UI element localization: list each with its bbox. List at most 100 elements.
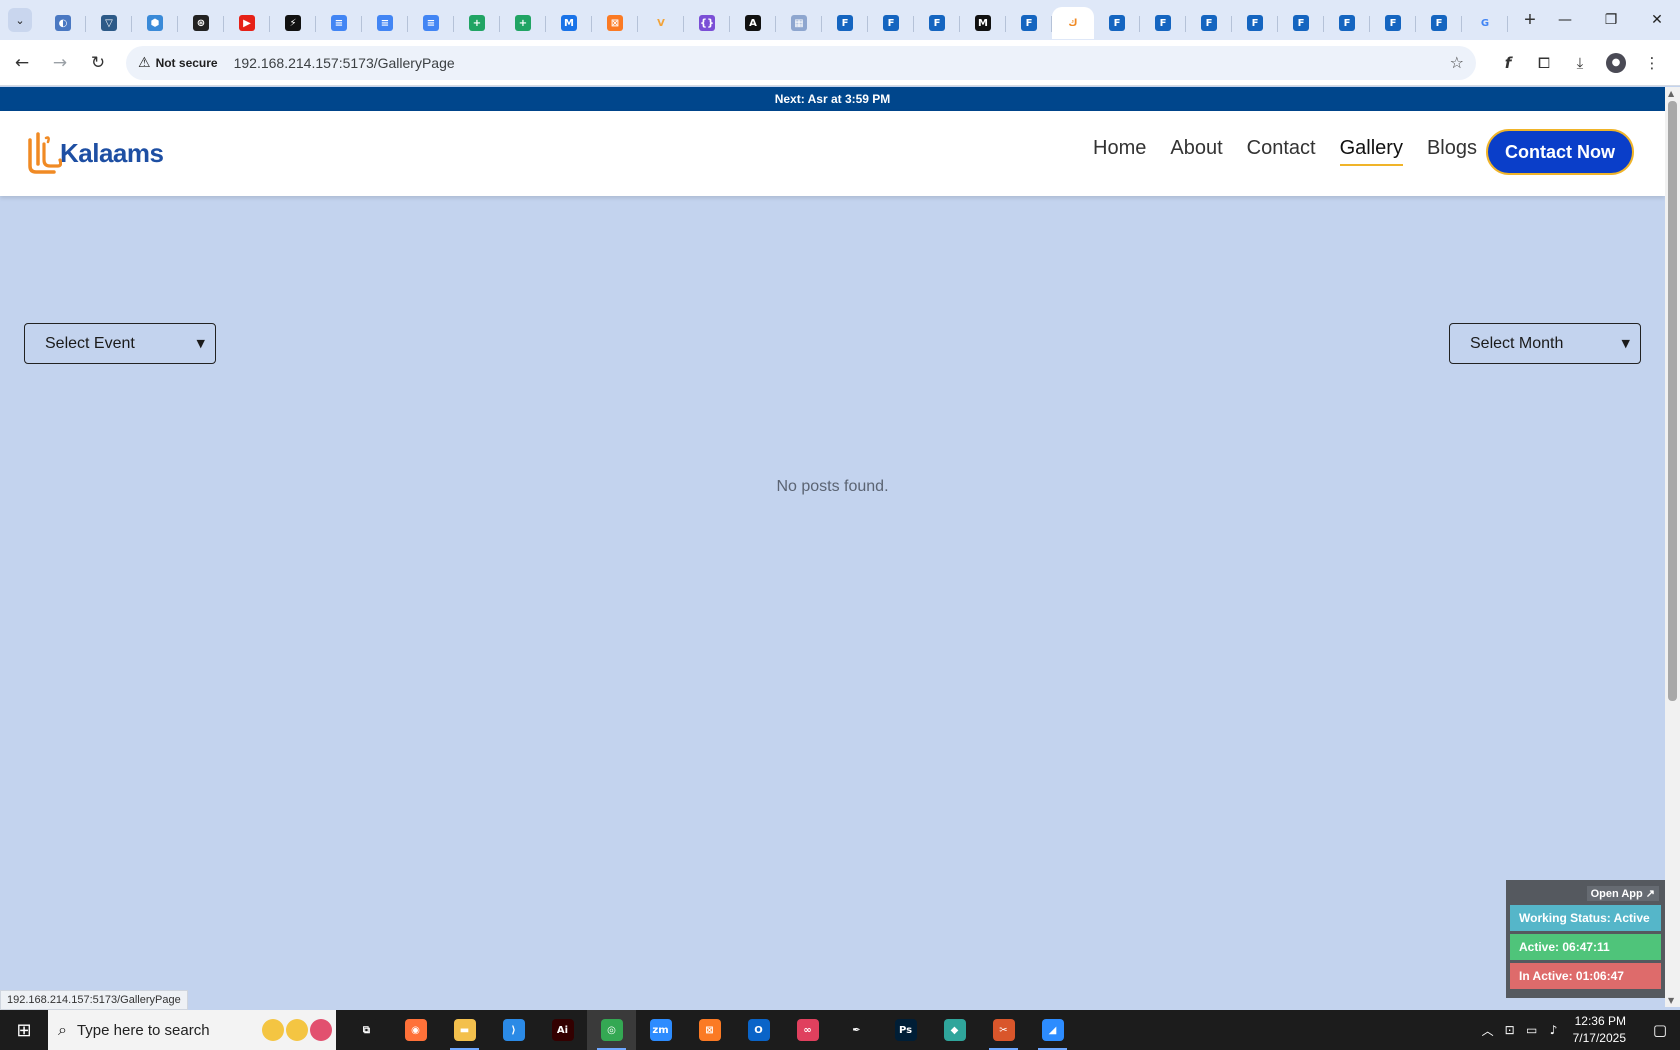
taskbar-app-chrome[interactable]: ◎ <box>587 1010 636 1050</box>
browser-tab[interactable]: F <box>1094 7 1140 39</box>
chevron-down-icon: ▼ <box>196 337 205 350</box>
taskbar-search-box[interactable]: ⌕ Type here to search <box>48 1010 336 1050</box>
taskbar-app-firefox[interactable]: ◉ <box>391 1010 440 1050</box>
taskbar-search-placeholder: Type here to search <box>76 1021 210 1039</box>
hexagon-blue-icon: ⬢ <box>147 15 163 31</box>
taskbar-app-snipping-tool[interactable]: ✂ <box>979 1010 1028 1050</box>
chrome-menu-icon[interactable]: ⋮ <box>1634 47 1670 79</box>
browser-tab[interactable]: ≡ <box>408 7 454 39</box>
open-app-link[interactable]: Open App ↗ <box>1510 884 1661 902</box>
reload-button[interactable]: ↻ <box>82 47 114 79</box>
medium-icon: M <box>975 15 991 31</box>
page-scrollbar[interactable]: ▲ ▼ <box>1665 87 1680 1007</box>
taskbar-app-file-explorer[interactable]: ▬ <box>440 1010 489 1050</box>
browser-tab[interactable]: F <box>822 7 868 39</box>
nav-link-blogs[interactable]: Blogs <box>1427 137 1477 166</box>
restore-icon[interactable]: ❐ <box>1588 0 1634 40</box>
illustrator-icon: Ai <box>551 1019 574 1041</box>
scroll-up-icon[interactable]: ▲ <box>1668 89 1674 98</box>
extensions-puzzle-icon[interactable]: ⧠ <box>1526 47 1562 79</box>
volume-icon[interactable]: ♪ <box>1543 1023 1565 1037</box>
site-logo[interactable]: Kalaams <box>24 129 164 177</box>
contact-now-button[interactable]: Contact Now <box>1486 129 1634 175</box>
scroll-down-icon[interactable]: ▼ <box>1668 996 1674 1005</box>
browser-tab[interactable]: + <box>500 7 546 39</box>
scrollbar-thumb[interactable] <box>1668 101 1677 701</box>
browser-tab[interactable]: F <box>1006 7 1052 39</box>
browser-tab[interactable]: F <box>1416 7 1462 39</box>
taskbar-app-crystal[interactable]: ◆ <box>930 1010 979 1050</box>
browser-tab[interactable]: M <box>546 7 592 39</box>
nav-link-about[interactable]: About <box>1170 137 1222 166</box>
forward-button[interactable]: → <box>44 47 76 79</box>
select-event-dropdown[interactable]: Select Event ▼ <box>24 323 216 364</box>
browser-tab[interactable]: F <box>1186 7 1232 39</box>
windows-start-icon[interactable]: ⊞ <box>0 1010 48 1050</box>
google-docs-icon: ≡ <box>377 15 393 31</box>
browser-tab[interactable]: {} <box>684 7 730 39</box>
security-chip[interactable]: ⚠ Not secure <box>138 50 226 76</box>
browser-tab[interactable]: G <box>1462 7 1508 39</box>
browser-tab-active[interactable]: ك <box>1052 7 1094 39</box>
taskbar-app-paint[interactable]: ◢ <box>1028 1010 1077 1050</box>
taskbar-app-creative-cloud[interactable]: ∞ <box>783 1010 832 1050</box>
profile-avatar-icon[interactable]: ● <box>1606 52 1626 73</box>
taskbar-clock[interactable]: 12:36 PM 7/17/2025 <box>1573 1013 1626 1047</box>
tray-network-icon[interactable]: ▭ <box>1521 1023 1543 1037</box>
taskbar-app-outlook[interactable]: O <box>734 1010 783 1050</box>
browser-tab[interactable]: ▽ <box>86 7 132 39</box>
new-tab-button[interactable]: + <box>1518 9 1542 32</box>
tab-search-button[interactable]: ⌄ <box>8 8 32 32</box>
toolbar-actions: f ⧠ ⤓ ● ⋮ <box>1490 47 1670 79</box>
minimize-icon[interactable]: — <box>1542 0 1588 40</box>
taskbar-app-task-view[interactable]: ⧉ <box>342 1010 391 1050</box>
browser-tab[interactable]: M <box>960 7 1006 39</box>
file-explorer-icon: ▬ <box>453 1019 476 1041</box>
browser-tab[interactable]: F <box>1370 7 1416 39</box>
tray-network-monitor-icon[interactable]: ⊡ <box>1499 1023 1521 1037</box>
security-label: Not secure <box>155 55 218 70</box>
browser-tab[interactable]: ▶ <box>224 7 270 39</box>
browser-tab[interactable]: ⚡ <box>270 7 316 39</box>
taskbar-app-vscode[interactable]: ⟩ <box>489 1010 538 1050</box>
browser-tab[interactable]: + <box>454 7 500 39</box>
taskbar-app-xampp[interactable]: ⊠ <box>685 1010 734 1050</box>
extension-f-icon[interactable]: f <box>1490 47 1526 79</box>
tray-chevron-up-icon[interactable]: ︿ <box>1477 1022 1499 1039</box>
close-window-icon[interactable]: ✕ <box>1634 0 1680 40</box>
browser-tab[interactable]: ⊠ <box>592 7 638 39</box>
nav-link-home[interactable]: Home <box>1093 137 1146 166</box>
browser-tab[interactable]: F <box>914 7 960 39</box>
taskbar-app-photoshop[interactable]: Ps <box>881 1010 930 1050</box>
taskbar-app-zoom[interactable]: zm <box>636 1010 685 1050</box>
downloads-icon[interactable]: ⤓ <box>1562 47 1598 79</box>
nav-link-gallery[interactable]: Gallery <box>1339 137 1403 166</box>
bookmark-star-icon[interactable]: ☆ <box>1450 53 1464 72</box>
browser-tab[interactable]: F <box>868 7 914 39</box>
back-button[interactable]: ← <box>6 47 38 79</box>
browser-tab[interactable]: ⊛ <box>178 7 224 39</box>
active-time: Active: 06:47:11 <box>1510 934 1661 960</box>
browser-tab[interactable]: F <box>1232 7 1278 39</box>
browser-tab[interactable]: A <box>730 7 776 39</box>
url-text[interactable]: 192.168.214.157:5173/GalleryPage <box>234 55 455 71</box>
taskbar-app-pen-tool[interactable]: ✒ <box>832 1010 881 1050</box>
taskbar-app-illustrator[interactable]: Ai <box>538 1010 587 1050</box>
taskbar-apps: ⧉ ◉ ▬ ⟩ Ai ◎ zm ⊠ O ∞ ✒ Ps ◆ ✂ ◢ <box>342 1010 1077 1050</box>
nav-link-contact[interactable]: Contact <box>1247 137 1316 166</box>
browser-tab[interactable]: ≡ <box>316 7 362 39</box>
google-docs-icon: ≡ <box>331 15 347 31</box>
select-month-dropdown[interactable]: Select Month ▼ <box>1449 323 1641 364</box>
address-bar[interactable]: ⚠ Not secure 192.168.214.157:5173/Galler… <box>126 45 1476 80</box>
chevron-down-icon: ▼ <box>1621 337 1630 350</box>
browser-tab[interactable]: ⬢ <box>132 7 178 39</box>
browser-tab[interactable]: F <box>1324 7 1370 39</box>
browser-tab[interactable]: ≡ <box>362 7 408 39</box>
browser-tab[interactable]: F <box>1278 7 1324 39</box>
notification-center-icon[interactable]: ▢ <box>1640 1021 1680 1039</box>
browser-tab[interactable]: ▦ <box>776 7 822 39</box>
snipping-tool-icon: ✂ <box>992 1019 1015 1041</box>
browser-tab[interactable]: ◐ <box>40 7 86 39</box>
browser-tab[interactable]: V <box>638 7 684 39</box>
browser-tab[interactable]: F <box>1140 7 1186 39</box>
